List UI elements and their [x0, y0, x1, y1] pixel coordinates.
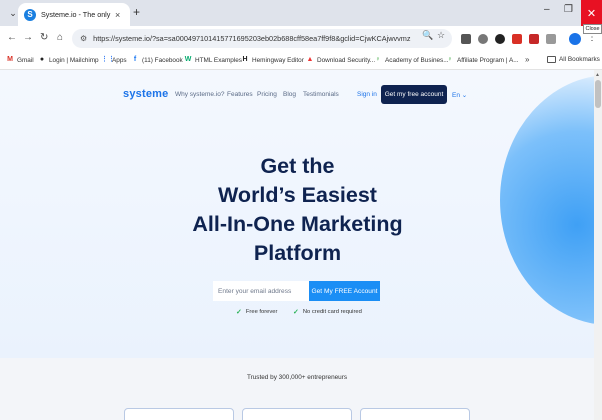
bookmark-label: HTML Examples — [195, 56, 242, 64]
bookmark-favicon-icon: H — [242, 56, 248, 63]
email-input[interactable] — [213, 281, 309, 301]
bookmark-favicon-icon: f — [133, 56, 137, 63]
hero-line: World’s Easiest — [218, 183, 377, 207]
feature-no-credit-card: ✓ No credit card required — [293, 308, 362, 316]
extension-icon[interactable] — [529, 34, 539, 44]
url-text[interactable]: https://systeme.io/?sa=sa000497101415771… — [93, 34, 411, 43]
extension-icon[interactable] — [461, 34, 471, 44]
minimize-button[interactable]: – — [544, 4, 550, 15]
bookmark-label: Login | Mailchimp — [49, 56, 99, 64]
bookmark-item[interactable]: H Hemingway Editor — [241, 56, 304, 64]
scrollbar-thumb[interactable] — [595, 80, 601, 108]
nav-pricing[interactable]: Pricing — [257, 91, 277, 98]
back-button[interactable]: ← — [7, 32, 17, 43]
hero-headline: Get the World’s Easiest All-In-One Marke… — [190, 152, 405, 268]
extension-icon[interactable] — [478, 34, 488, 44]
decorative-blob — [500, 75, 594, 325]
bookmark-favicon-icon: ♀ — [447, 56, 453, 63]
nav-why-systeme[interactable]: Why systeme.io? — [175, 91, 225, 98]
tab-title: Systeme.io - The only tool you — [41, 10, 111, 19]
page-scrollbar[interactable] — [594, 70, 602, 420]
site-info-icon[interactable]: ⚙ — [80, 34, 87, 43]
language-selector[interactable]: En ⌄ — [452, 91, 467, 99]
bookmark-favicon-icon: ♀ — [375, 56, 381, 63]
tab-strip: ⌄ S Systeme.io - The only tool you × + –… — [0, 0, 602, 26]
profile-avatar-icon[interactable] — [569, 33, 581, 45]
bookmark-item[interactable]: ♀ Affiliate Program | A... — [446, 56, 519, 64]
feature-free-forever: ✓ Free forever — [236, 308, 277, 316]
maximize-button[interactable]: ❐ — [564, 4, 573, 15]
bookmark-label: (11) Facebook — [142, 56, 183, 64]
active-tab[interactable]: S Systeme.io - The only tool you × — [18, 3, 130, 26]
checkmark-icon: ✓ — [293, 309, 299, 316]
bookmarks-bar: » All Bookmarks M Gmail ● Login | Mailchimp… — [0, 52, 602, 70]
feature-card[interactable] — [360, 408, 470, 420]
bookmark-favicon-icon: ▲ — [306, 56, 314, 63]
address-bar[interactable]: ⚙ https://systeme.io/?sa=sa0004971014157… — [72, 29, 452, 48]
scroll-up-arrow-icon[interactable]: ▲ — [595, 72, 600, 78]
bookmark-item[interactable]: ⋮⋮ Apps — [101, 56, 127, 64]
trusted-by-text: Trusted by 300,000+ entrepreneurs — [246, 374, 348, 381]
all-bookmarks-label: All Bookmarks — [559, 56, 600, 63]
sign-in-link[interactable]: Sign in — [357, 91, 377, 98]
zoom-icon[interactable]: 🔍 — [422, 30, 433, 41]
get-free-account-button[interactable]: Get my free account — [381, 85, 447, 104]
bookmark-label: Academy of Busines... — [385, 56, 449, 64]
nav-blog[interactable]: Blog — [283, 91, 296, 98]
bookmark-item[interactable]: ♀ Academy of Busines... — [374, 56, 449, 64]
bookmark-favicon-icon: W — [184, 56, 192, 63]
nav-features[interactable]: Features — [227, 91, 253, 98]
bookmark-label: Affiliate Program | A... — [457, 56, 519, 64]
extension-icon[interactable] — [495, 34, 505, 44]
bookmark-item[interactable]: ▲ Download Security... — [306, 56, 376, 64]
bookmark-label: Download Security... — [317, 56, 376, 64]
close-tooltip: Close — [583, 24, 602, 34]
folder-icon — [547, 56, 556, 63]
systeme-favicon-icon: S — [24, 8, 36, 21]
bookmark-favicon-icon: ⋮⋮ — [101, 56, 115, 63]
extensions-puzzle-icon[interactable] — [546, 34, 556, 44]
check-label: Free forever — [245, 309, 278, 315]
hero-line: All-In-One Marketing — [192, 212, 403, 236]
hero-line: Platform — [253, 241, 342, 265]
tab-close-icon[interactable]: × — [115, 10, 120, 20]
bookmark-item[interactable]: ● Login | Mailchimp — [38, 56, 99, 64]
bookmark-favicon-icon: M — [7, 56, 13, 63]
bookmark-label: Hemingway Editor — [252, 56, 304, 64]
bookmark-label: Apps — [112, 56, 127, 64]
browser-toolbar: ← → ↻ ⌂ ⚙ https://systeme.io/?sa=sa00049… — [0, 26, 602, 52]
window-close-button[interactable]: ✕ — [581, 0, 602, 26]
get-free-account-cta[interactable]: Get My FREE Account — [309, 281, 380, 301]
checkmark-icon: ✓ — [236, 309, 242, 316]
bookmark-item[interactable]: M Gmail — [6, 56, 34, 64]
systeme-logo[interactable]: systeme — [123, 88, 168, 100]
web-page: systeme Why systeme.io? Features Pricing… — [0, 70, 594, 420]
check-label: No credit card required — [302, 309, 362, 315]
new-tab-button[interactable]: + — [133, 5, 140, 19]
feature-card[interactable] — [124, 408, 234, 420]
more-bookmarks-button[interactable]: » — [525, 55, 529, 64]
bookmark-favicon-icon: ● — [39, 56, 45, 63]
all-bookmarks-button[interactable]: All Bookmarks — [547, 56, 600, 63]
bookmark-item[interactable]: f (11) Facebook — [131, 56, 183, 64]
forward-button[interactable]: → — [23, 32, 33, 43]
reload-button[interactable]: ↻ — [40, 32, 48, 43]
bookmark-star-icon[interactable]: ☆ — [437, 30, 445, 41]
hero-line: Get the — [260, 154, 335, 178]
home-button[interactable]: ⌂ — [57, 32, 63, 43]
feature-card[interactable] — [242, 408, 352, 420]
extension-icon[interactable] — [512, 34, 522, 44]
nav-testimonials[interactable]: Testimonials — [303, 91, 339, 98]
bookmark-label: Gmail — [17, 56, 34, 64]
bookmark-item[interactable]: W HTML Examples — [184, 56, 242, 64]
